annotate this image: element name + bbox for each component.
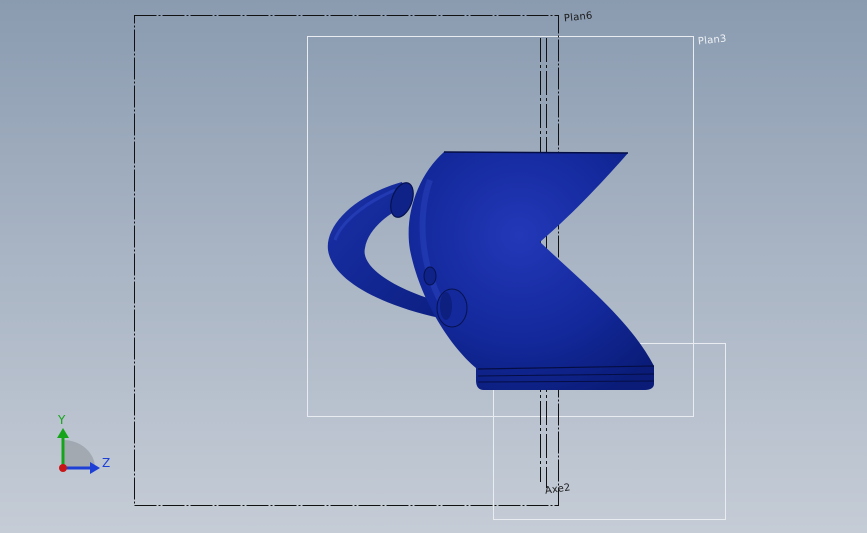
orientation-triad[interactable]: [57, 428, 100, 474]
graphics-viewport[interactable]: Plan6 Plan3 Axe2 Y Z: [0, 0, 867, 533]
model-part[interactable]: [327, 151, 655, 390]
model-scene[interactable]: [0, 0, 867, 533]
triad-y-label: Y: [58, 413, 66, 427]
triad-z-label: Z: [102, 456, 111, 470]
